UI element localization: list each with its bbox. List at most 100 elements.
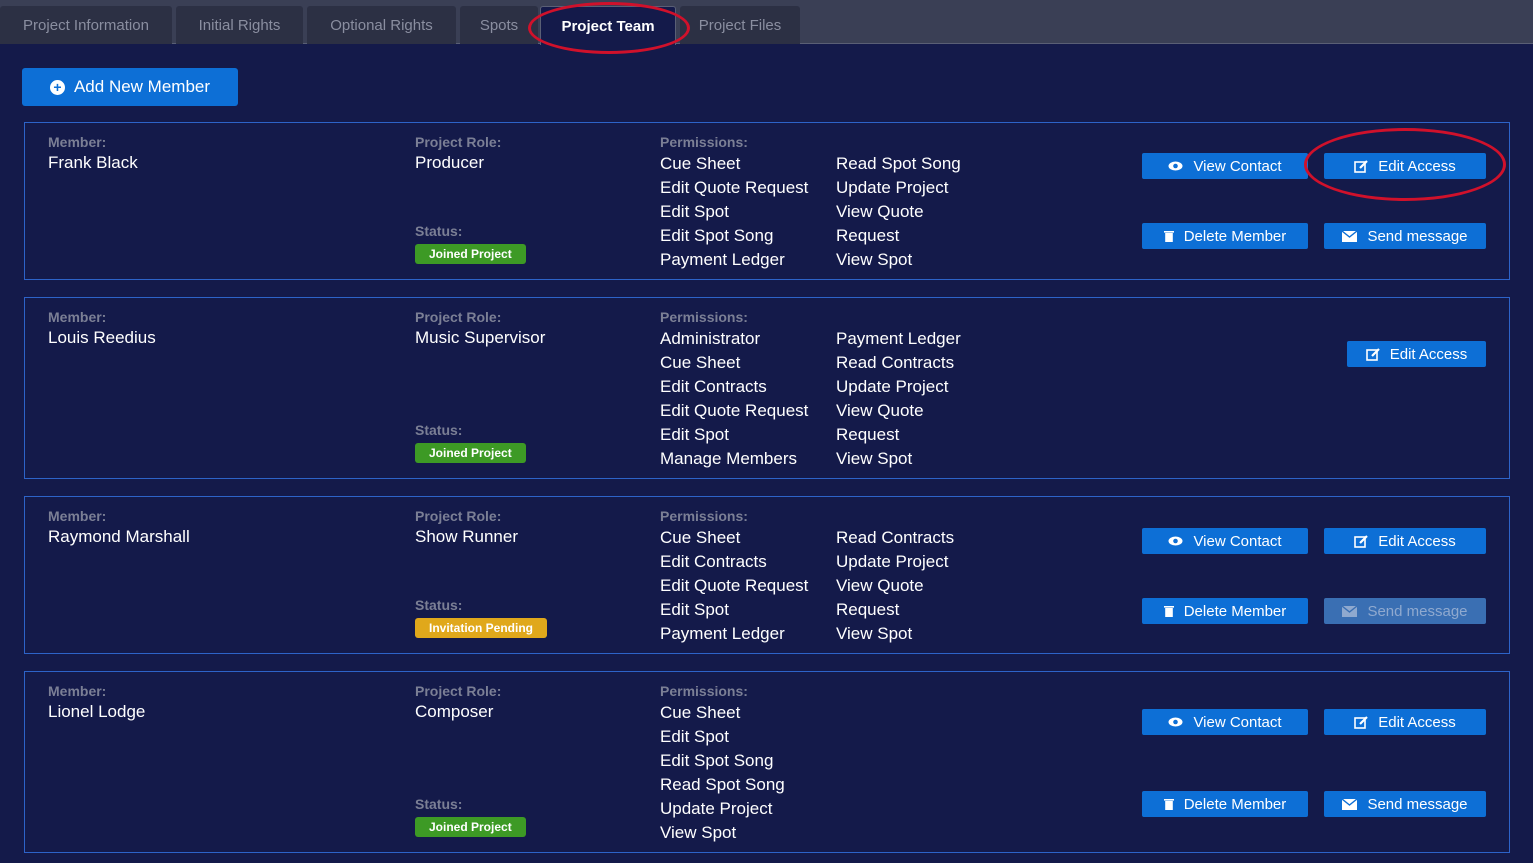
add-new-member-button[interactable]: + Add New Member (22, 68, 238, 106)
edit-icon (1354, 715, 1368, 729)
member-label: Member: (48, 309, 107, 325)
eye-icon (1168, 161, 1183, 171)
tab-project-information[interactable]: Project Information (0, 6, 172, 44)
status-label: Status: (415, 597, 463, 613)
project-role-value: Music Supervisor (415, 328, 546, 347)
tab-project-team[interactable]: Project Team (540, 6, 676, 45)
send-message-button-disabled: Send message (1324, 598, 1486, 624)
edit-access-button[interactable]: Edit Access (1324, 153, 1486, 179)
permission-item: Read Spot Song (660, 775, 785, 794)
permissions-col-1: Administrator Cue Sheet Edit Contracts E… (660, 327, 808, 471)
edit-access-label: Edit Access (1378, 157, 1456, 175)
send-message-label: Send message (1367, 602, 1468, 620)
permission-item: View Quote (836, 202, 924, 221)
status-label: Status: (415, 223, 463, 239)
edit-access-button[interactable]: Edit Access (1324, 528, 1486, 554)
view-contact-button[interactable]: View Contact (1142, 528, 1308, 554)
delete-member-button[interactable]: Delete Member (1142, 223, 1308, 249)
view-contact-label: View Contact (1193, 713, 1282, 731)
permissions-col-2: Read Spot Song Update Project View Quote… (836, 152, 961, 272)
tab-initial-rights[interactable]: Initial Rights (176, 6, 303, 44)
permission-item: Edit Spot Song (660, 226, 774, 245)
project-role-value: Producer (415, 153, 484, 172)
delete-member-label: Delete Member (1183, 602, 1287, 620)
permission-item: Request (836, 600, 900, 619)
eye-icon (1168, 536, 1183, 546)
permission-item: View Spot (836, 250, 913, 269)
plus-circle-icon: + (49, 79, 65, 95)
delete-member-button[interactable]: Delete Member (1142, 598, 1308, 624)
status-badge: Joined Project (415, 443, 526, 463)
trash-icon (1163, 230, 1174, 242)
tab-project-files[interactable]: Project Files (680, 6, 800, 44)
project-role-label: Project Role: (415, 508, 502, 524)
member-card: Member: Lionel Lodge Project Role: Compo… (24, 671, 1510, 853)
project-role-value: Show Runner (415, 527, 519, 546)
permission-item: Edit Spot (660, 600, 729, 619)
member-name: Louis Reedius (48, 328, 156, 347)
member-card: Member: Raymond Marshall Project Role: S… (24, 496, 1510, 654)
permission-item: Edit Quote Request (660, 576, 809, 595)
view-contact-label: View Contact (1193, 532, 1282, 550)
permission-item: Manage Members (660, 449, 798, 468)
permission-item: Edit Quote Request (660, 178, 809, 197)
permission-item: View Quote (836, 401, 924, 420)
send-message-label: Send message (1367, 795, 1468, 813)
project-role-value: Composer (415, 702, 494, 721)
tab-spots[interactable]: Spots (460, 6, 538, 44)
permission-item: Administrator (660, 329, 761, 348)
member-name: Lionel Lodge (48, 702, 146, 721)
permission-item: Edit Spot (660, 202, 729, 221)
permission-item: Read Contracts (836, 528, 955, 547)
status-badge: Invitation Pending (415, 618, 547, 638)
send-message-label: Send message (1367, 227, 1468, 245)
add-new-member-label: Add New Member (73, 77, 211, 96)
project-role-label: Project Role: (415, 134, 502, 150)
edit-access-label: Edit Access (1389, 345, 1468, 363)
permission-item: Edit Quote Request (660, 401, 809, 420)
permissions-label: Permissions: (660, 508, 748, 524)
permission-item: Request (836, 425, 900, 444)
member-label: Member: (48, 683, 107, 699)
tab-optional-rights[interactable]: Optional Rights (307, 6, 456, 44)
permission-item: Edit Contracts (660, 552, 767, 571)
envelope-icon (1342, 230, 1358, 242)
member-name: Raymond Marshall (48, 527, 190, 546)
permission-item: Cue Sheet (660, 154, 741, 173)
delete-member-button[interactable]: Delete Member (1142, 791, 1308, 817)
permission-item: View Quote (836, 576, 924, 595)
permission-item: View Spot (836, 449, 913, 468)
tab-bar: Project Information Initial Rights Optio… (0, 0, 1533, 45)
edit-icon (1354, 534, 1368, 548)
delete-member-label: Delete Member (1183, 227, 1287, 245)
send-message-button[interactable]: Send message (1324, 223, 1486, 249)
permission-item: Edit Spot Song (660, 751, 774, 770)
status-badge: Joined Project (415, 817, 526, 837)
permission-item: Payment Ledger (660, 624, 785, 643)
trash-icon (1163, 605, 1174, 617)
edit-access-label: Edit Access (1378, 532, 1456, 550)
view-contact-button[interactable]: View Contact (1142, 153, 1308, 179)
permission-item: Update Project (660, 799, 773, 818)
permissions-col-2: Read Contracts Update Project View Quote… (836, 526, 954, 646)
permissions-label: Permissions: (660, 134, 748, 150)
project-role-label: Project Role: (415, 683, 502, 699)
view-contact-button[interactable]: View Contact (1142, 709, 1308, 735)
member-card: Member: Louis Reedius Project Role: Musi… (24, 297, 1510, 479)
status-label: Status: (415, 796, 463, 812)
member-card: Member: Frank Black Project Role: Produc… (24, 122, 1510, 280)
envelope-icon (1342, 798, 1358, 810)
member-name: Frank Black (48, 153, 138, 172)
permissions-col-2: Payment Ledger Read Contracts Update Pro… (836, 327, 961, 471)
permissions-col-1: Cue Sheet Edit Spot Edit Spot Song Read … (660, 701, 785, 845)
envelope-icon (1342, 605, 1358, 617)
member-label: Member: (48, 134, 107, 150)
edit-access-button[interactable]: Edit Access (1347, 341, 1486, 367)
permission-item: View Spot (836, 624, 913, 643)
permission-item: Update Project (836, 552, 949, 571)
delete-member-label: Delete Member (1183, 795, 1287, 813)
send-message-button[interactable]: Send message (1324, 791, 1486, 817)
edit-icon (1354, 159, 1368, 173)
edit-access-button[interactable]: Edit Access (1324, 709, 1486, 735)
permission-item: Update Project (836, 377, 949, 396)
